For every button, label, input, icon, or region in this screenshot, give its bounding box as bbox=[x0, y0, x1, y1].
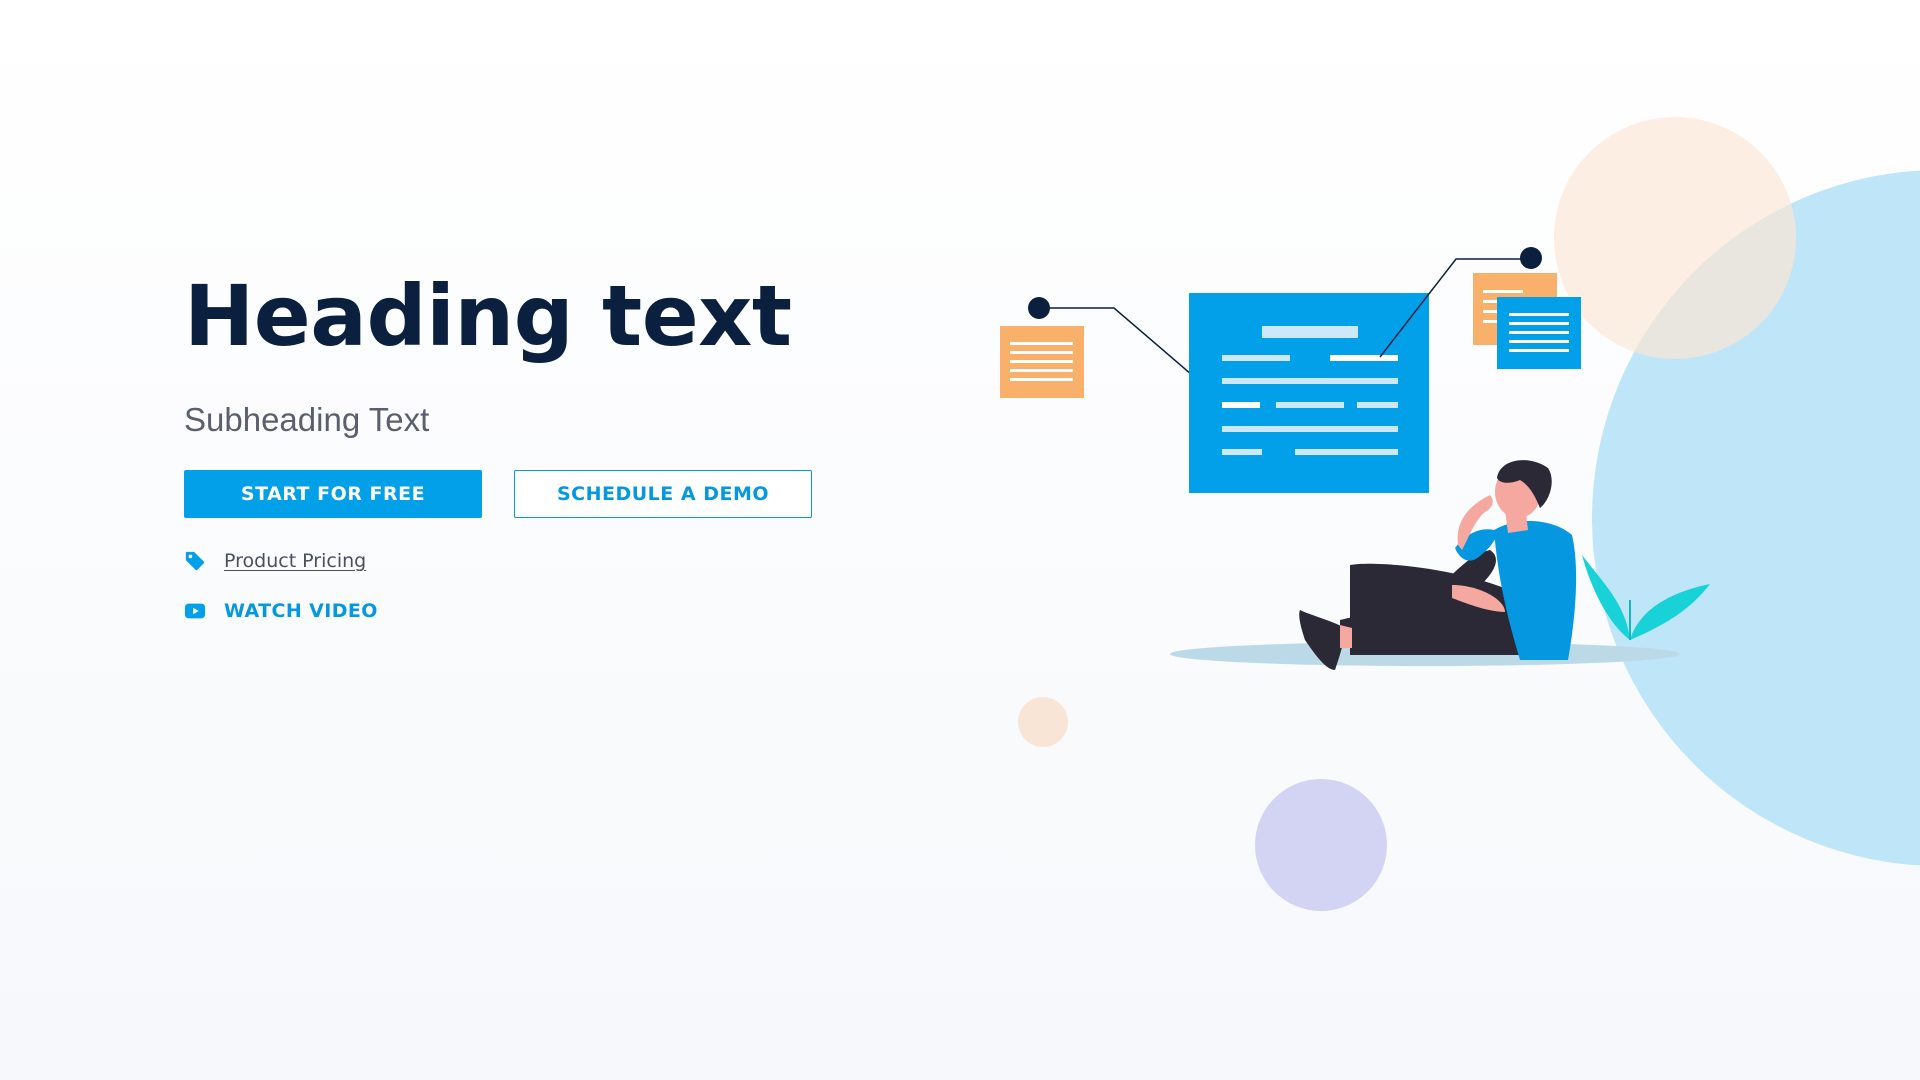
left-connector bbox=[1039, 307, 1228, 406]
small-peach-dot bbox=[1018, 697, 1068, 747]
right-notes bbox=[1473, 273, 1581, 369]
watch-video-link[interactable]: WATCH VIDEO bbox=[184, 600, 884, 622]
lavender-blob bbox=[1255, 779, 1387, 911]
right-connector bbox=[1379, 258, 1530, 358]
light-blue-blob bbox=[1592, 170, 1920, 866]
start-for-free-button[interactable]: START FOR FREE bbox=[184, 469, 482, 518]
left-pin bbox=[1028, 297, 1050, 319]
left-note bbox=[1000, 326, 1084, 398]
main-document-card bbox=[1189, 293, 1429, 493]
hero-section: Heading text Subheading Text START FOR F… bbox=[184, 270, 884, 622]
youtube-play-icon bbox=[184, 600, 206, 622]
price-tag-icon bbox=[184, 550, 206, 572]
person bbox=[1299, 460, 1577, 670]
product-pricing-link[interactable]: Product Pricing bbox=[184, 550, 884, 572]
schedule-demo-button[interactable]: SCHEDULE A DEMO bbox=[514, 469, 812, 518]
product-pricing-label: Product Pricing bbox=[224, 549, 367, 572]
cta-button-group: START FOR FREE SCHEDULE A DEMO bbox=[184, 469, 884, 518]
ground-shadow bbox=[1170, 642, 1680, 666]
plant bbox=[1582, 555, 1710, 640]
page-subheading: Subheading Text bbox=[184, 401, 430, 439]
watch-video-label: WATCH VIDEO bbox=[224, 599, 378, 622]
page-heading: Heading text bbox=[184, 267, 792, 365]
peach-blob bbox=[1554, 117, 1796, 359]
right-pin bbox=[1520, 247, 1542, 269]
